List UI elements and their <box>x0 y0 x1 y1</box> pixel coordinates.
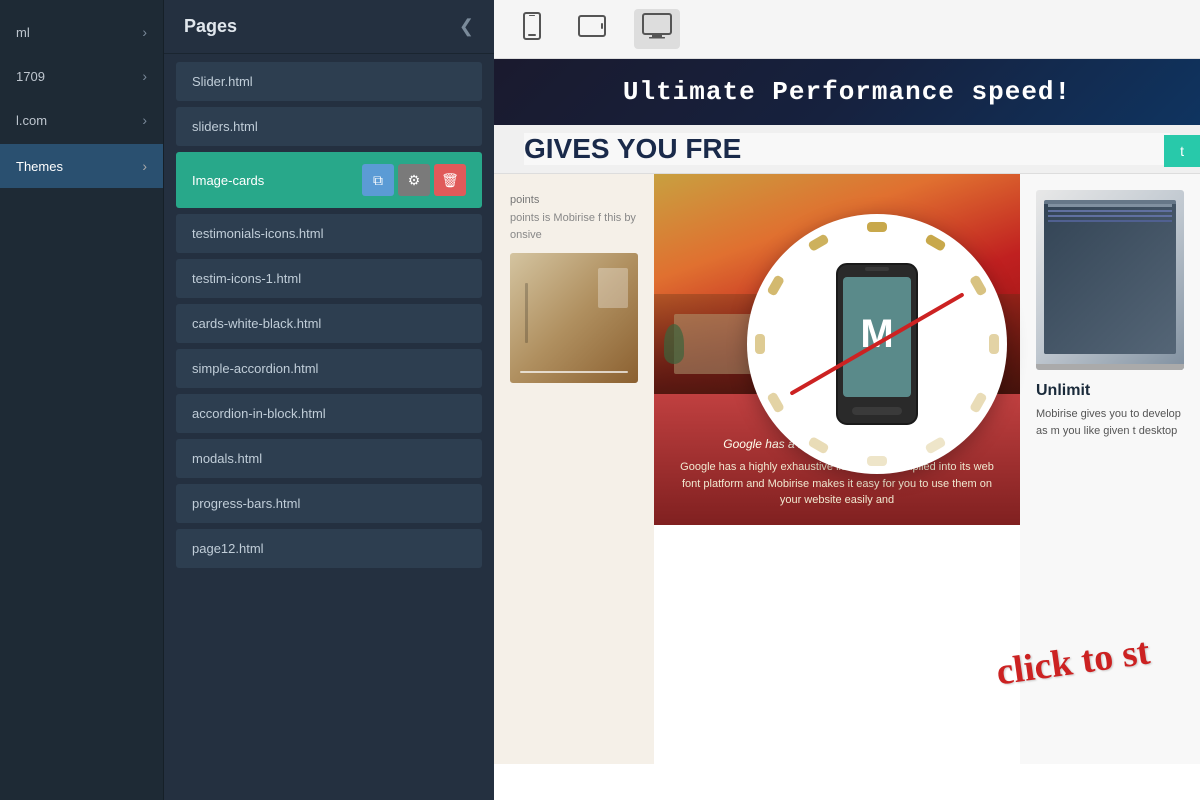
pages-list: Slider.html sliders.html Image-cards ⧉ ⚙… <box>164 54 494 800</box>
banner-text: Ultimate Performance speed! <box>623 77 1071 107</box>
notebook-image <box>510 253 638 383</box>
pages-panel: Pages ❮ Slider.html sliders.html Image-c… <box>164 0 494 800</box>
chevron-right-icon-4: › <box>142 158 147 174</box>
chevron-right-icon-3: › <box>142 112 147 128</box>
preview-left-column: points points is Mobirise f this by onsi… <box>494 174 654 764</box>
preview-content: Ultimate Performance speed! GIVES YOU FR… <box>494 59 1200 800</box>
sidebar-item-1[interactable]: ml › <box>0 10 163 54</box>
desktop-device-icon[interactable] <box>634 9 680 49</box>
chevron-right-icon: › <box>142 24 147 40</box>
gives-you-free-text: GIVES YOU FRE <box>524 133 1170 165</box>
preview-area: Ultimate Performance speed! GIVES YOU FR… <box>494 0 1200 800</box>
page-item-label: sliders.html <box>192 119 258 134</box>
page-item-accordion-in-block[interactable]: accordion-in-block.html <box>176 394 482 433</box>
phone-circle-overlay: M <box>747 214 1007 474</box>
gives-row: GIVES YOU FRE t <box>494 125 1200 174</box>
sidebar-item-themes-label: Themes <box>16 159 63 174</box>
page-item-simple-accordion[interactable]: simple-accordion.html <box>176 349 482 388</box>
page-item-slider[interactable]: Slider.html <box>176 62 482 101</box>
preview-inner: Ultimate Performance speed! GIVES YOU FR… <box>494 59 1200 800</box>
page-item-label: testim-icons-1.html <box>192 271 301 286</box>
delete-page-button[interactable]: 🗑 <box>434 164 466 196</box>
page-item-sliders[interactable]: sliders.html <box>176 107 482 146</box>
pages-title: Pages <box>184 16 237 37</box>
sidebar-item-1-label: ml <box>16 25 30 40</box>
page-item-active-label: Image-cards <box>192 173 264 188</box>
teal-action-button[interactable]: t <box>1164 135 1200 167</box>
sidebar-item-2[interactable]: 1709 › <box>0 54 163 98</box>
pages-header: Pages ❮ <box>164 0 494 54</box>
page-item-actions: ⧉ ⚙ 🗑 <box>362 164 466 196</box>
sidebar-item-2-label: 1709 <box>16 69 45 84</box>
page-item-modals[interactable]: modals.html <box>176 439 482 478</box>
page-item-label: testimonials-icons.html <box>192 226 324 241</box>
left-col-points-label: points <box>510 194 638 206</box>
right-card-title: Unlimit <box>1036 382 1184 400</box>
pages-close-button[interactable]: ❮ <box>459 16 474 37</box>
preview-toolbar <box>494 0 1200 59</box>
chevron-right-icon-2: › <box>142 68 147 84</box>
mobile-device-icon[interactable] <box>514 8 550 50</box>
main-content-columns: points points is Mobirise f this by onsi… <box>494 174 1200 764</box>
page-item-label: simple-accordion.html <box>192 361 318 376</box>
page-item-label: cards-white-black.html <box>192 316 321 331</box>
page-item-image-cards[interactable]: Image-cards ⧉ ⚙ 🗑 <box>176 152 482 208</box>
left-sidebar: ml › 1709 › l.com › Themes › <box>0 0 164 800</box>
page-item-page12[interactable]: page12.html <box>176 529 482 568</box>
sidebar-item-3-label: l.com <box>16 113 47 128</box>
tablet-device-icon[interactable] <box>570 10 614 48</box>
left-col-body: points is Mobirise f this by onsive <box>510 210 638 243</box>
page-item-testimonials-icons[interactable]: testimonials-icons.html <box>176 214 482 253</box>
sidebar-item-themes[interactable]: Themes › <box>0 144 163 188</box>
sidebar-item-3[interactable]: l.com › <box>0 98 163 142</box>
page-item-label: Slider.html <box>192 74 253 89</box>
copy-page-button[interactable]: ⧉ <box>362 164 394 196</box>
page-item-label: progress-bars.html <box>192 496 300 511</box>
page-item-cards-white-black[interactable]: cards-white-black.html <box>176 304 482 343</box>
laptop-image <box>1036 190 1184 370</box>
page-item-progress-bars[interactable]: progress-bars.html <box>176 484 482 523</box>
page-item-testim-icons-1[interactable]: testim-icons-1.html <box>176 259 482 298</box>
page-item-label: accordion-in-block.html <box>192 406 326 421</box>
preview-banner: Ultimate Performance speed! <box>494 59 1200 125</box>
page-settings-button[interactable]: ⚙ <box>398 164 430 196</box>
page-item-label: page12.html <box>192 541 264 556</box>
page-item-label: modals.html <box>192 451 262 466</box>
right-card-body: Mobirise gives you to develop as m you l… <box>1036 406 1184 439</box>
